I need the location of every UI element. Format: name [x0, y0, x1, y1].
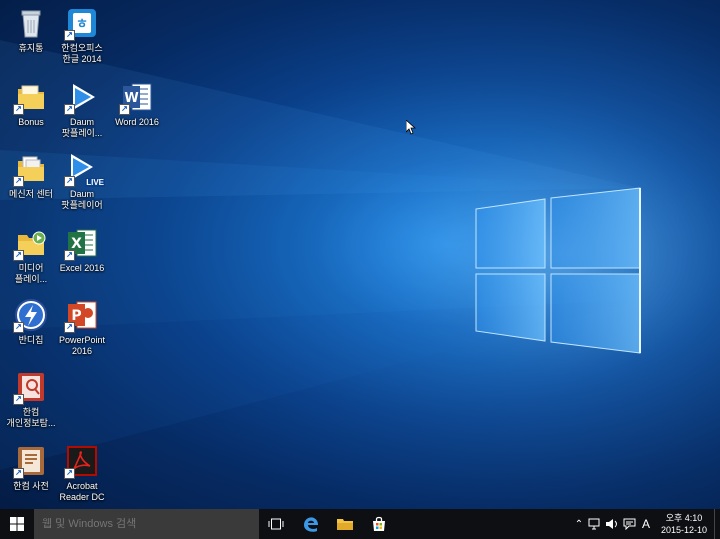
recycle-bin-icon [14, 6, 48, 40]
chevron-up-icon: ⌃ [574, 518, 584, 530]
shortcut-arrow-icon: ↗ [13, 104, 24, 115]
notification-icon [623, 518, 635, 530]
bandizip-icon: ↗ [13, 298, 48, 333]
shortcut-arrow-icon: ↗ [64, 468, 75, 479]
clock[interactable]: 오후 4:10 2015-12-10 [660, 512, 708, 536]
desktop-icon-acrobat-reader-dc[interactable]: ↗ Acrobat Reader DC [51, 444, 113, 503]
shortcut-arrow-icon: ↗ [13, 250, 24, 261]
shortcut-arrow-icon: ↗ [13, 468, 24, 479]
network-icon [588, 518, 600, 530]
desktop-icon-word-2016[interactable]: W ↗ Word 2016 [106, 80, 168, 128]
powerpoint-icon: P ↗ [64, 298, 99, 333]
edge-button[interactable] [294, 509, 328, 539]
mouse-cursor-icon [406, 120, 416, 135]
desktop-icon-daum-potplayer[interactable]: ↗ Daum 팟플레이... [51, 80, 113, 139]
shortcut-arrow-icon: ↗ [64, 30, 75, 41]
desktop-icon-label: Daum 팟플레이... [61, 117, 103, 138]
task-view-button[interactable] [259, 509, 293, 539]
shortcut-arrow-icon: ↗ [64, 322, 75, 333]
store-bag-icon [373, 516, 385, 531]
network-button[interactable] [587, 509, 603, 539]
media-folder-icon: ↗ [13, 226, 48, 261]
taskbar: ⌃ A 오후 4:10 2015-12-10 [0, 509, 720, 539]
desktop-icon-label: Acrobat Reader DC [59, 481, 105, 502]
desktop-icon-label: PowerPoint 2016 [58, 335, 106, 356]
desktop-icon-hancom-privacy[interactable]: ↗ 한컴 개인정보탐... [0, 370, 62, 429]
word-icon: W ↗ [119, 80, 154, 115]
potplayer-live-icon: LIVE ↗ [64, 152, 105, 187]
show-hidden-icons-button[interactable]: ⌃ [572, 509, 586, 539]
desktop-icon-label: Word 2016 [115, 117, 159, 127]
desktop-icon-label: 한컴오피스 한글 2014 [61, 43, 103, 64]
show-desktop-button[interactable] [714, 509, 720, 539]
input-method-indicator[interactable]: A [638, 509, 654, 539]
hancom-privacy-icon: ↗ [13, 370, 48, 405]
file-explorer-button[interactable] [328, 509, 362, 539]
desktop-icon-daum-potplayer-live[interactable]: LIVE ↗ Daum 팟플레이어 [51, 152, 113, 211]
shortcut-arrow-icon: ↗ [13, 322, 24, 333]
start-button[interactable] [0, 509, 34, 539]
desktop-icon-label: Daum 팟플레이어 [61, 189, 103, 210]
potplayer-icon: ↗ [64, 80, 99, 115]
hangul-icon: ㅎ ↗ [64, 6, 99, 41]
speaker-icon [606, 519, 617, 529]
shortcut-arrow-icon: ↗ [119, 104, 130, 115]
search-box[interactable] [34, 509, 259, 539]
desktop-icon-excel-2016[interactable]: X ↗ Excel 2016 [51, 226, 113, 274]
desktop-icon-hancom-office-hangul[interactable]: ㅎ ↗ 한컴오피스 한글 2014 [51, 6, 113, 65]
shortcut-arrow-icon: ↗ [13, 394, 24, 405]
svg-text:ㅎ: ㅎ [76, 17, 88, 32]
store-button[interactable] [362, 509, 396, 539]
search-input[interactable] [34, 509, 257, 539]
shortcut-arrow-icon: ↗ [64, 250, 75, 261]
desktop-icon-powerpoint-2016[interactable]: P ↗ PowerPoint 2016 [51, 298, 113, 357]
desktop-icon-label: Excel 2016 [59, 263, 105, 273]
shortcut-arrow-icon: ↗ [64, 176, 75, 187]
desktop[interactable]: 휴지통 ↗ Bonus ↗ 메신저 센터 ↗ 미디어 플레이... ↗ 반디집 [0, 0, 720, 509]
edge-icon [304, 517, 318, 532]
excel-icon: X ↗ [64, 226, 99, 261]
clock-time: 오후 4:10 [665, 513, 703, 523]
shortcut-arrow-icon: ↗ [64, 104, 75, 115]
folder-icon: ↗ [13, 80, 48, 115]
desktop-icon-label: 한컴 개인정보탐... [6, 407, 56, 428]
volume-button[interactable] [604, 509, 620, 539]
acrobat-icon: ↗ [64, 444, 99, 479]
live-badge: LIVE [85, 178, 105, 187]
clock-date: 2015-12-10 [660, 525, 708, 535]
windows-logo-icon [10, 517, 24, 531]
folder-documents-icon: ↗ [13, 152, 48, 187]
task-view-icon [268, 518, 284, 530]
action-center-button[interactable] [621, 509, 637, 539]
shortcut-arrow-icon: ↗ [13, 176, 24, 187]
folder-icon [337, 519, 353, 530]
hancom-dictionary-icon: ↗ [13, 444, 48, 479]
